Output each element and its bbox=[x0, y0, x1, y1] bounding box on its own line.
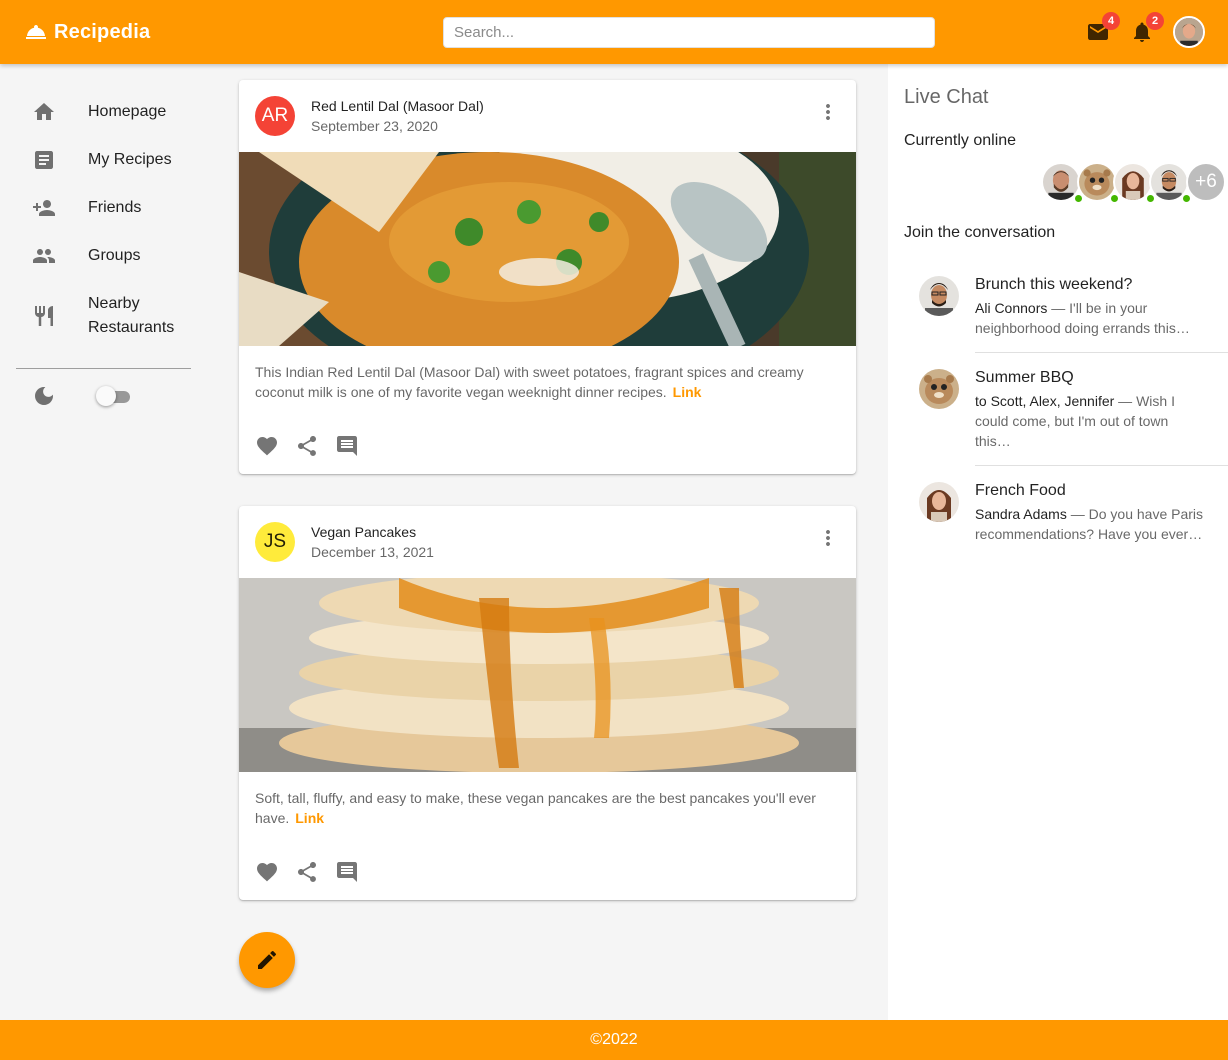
sidebar-item-label: My Recipes bbox=[88, 151, 172, 168]
mail-badge: 4 bbox=[1102, 12, 1120, 30]
footer: ©2022 bbox=[0, 1020, 1228, 1060]
conversation-avatar bbox=[919, 482, 959, 522]
sidebar-item-label: Friends bbox=[88, 199, 142, 216]
conversation-preview: Ali Connors — I'll be in your neighborho… bbox=[975, 298, 1204, 338]
post-actions bbox=[255, 860, 359, 884]
app-bar: Recipedia 4 2 bbox=[0, 0, 1228, 64]
conversation-item[interactable]: Brunch this weekend? Ali Connors — I'll … bbox=[919, 276, 1228, 336]
share-icon bbox=[298, 862, 316, 882]
more-options-button[interactable] bbox=[816, 100, 840, 124]
mail-button[interactable]: 4 bbox=[1086, 12, 1120, 44]
restaurant-icon bbox=[32, 304, 56, 328]
post-date: September 23, 2020 bbox=[311, 118, 438, 134]
sidebar-divider bbox=[16, 368, 191, 369]
post-actions bbox=[255, 434, 359, 458]
more-vert-icon bbox=[826, 530, 830, 546]
sidebar-item-nearby-restaurants[interactable]: Nearby Restaurants bbox=[16, 292, 191, 340]
conversation-item[interactable]: French Food Sandra Adams — Do you have P… bbox=[919, 482, 1228, 542]
join-heading: Join the conversation bbox=[904, 224, 1056, 241]
post-description-text: This Indian Red Lentil Dal (Masoor Dal) … bbox=[255, 364, 804, 400]
conversation-title: Brunch this weekend? bbox=[975, 276, 1133, 293]
post-description-text: Soft, tall, fluffy, and easy to make, th… bbox=[255, 790, 816, 826]
notifications-badge: 2 bbox=[1146, 12, 1164, 30]
conversation-divider bbox=[975, 352, 1228, 353]
brand[interactable]: Recipedia bbox=[24, 16, 150, 48]
comment-icon bbox=[337, 436, 357, 456]
live-chat-title: Live Chat bbox=[904, 86, 989, 108]
more-options-button[interactable] bbox=[816, 526, 840, 550]
article-icon bbox=[32, 148, 56, 172]
app-title: Recipedia bbox=[54, 20, 151, 43]
post-description: This Indian Red Lentil Dal (Masoor Dal) … bbox=[255, 362, 840, 402]
conversation-avatar bbox=[919, 276, 959, 316]
post-image bbox=[239, 152, 856, 346]
conversation-title: Summer BBQ bbox=[975, 369, 1074, 386]
comment-button[interactable] bbox=[335, 434, 359, 458]
person-add-icon bbox=[32, 196, 56, 220]
copyright-text: ©2022 bbox=[590, 1031, 638, 1048]
post-description: Soft, tall, fluffy, and easy to make, th… bbox=[255, 788, 840, 828]
conversation-sender: Ali Connors bbox=[975, 300, 1048, 316]
post-link[interactable]: Link bbox=[673, 384, 702, 400]
sidebar: Homepage My Recipes Friends Groups Nearb… bbox=[0, 64, 207, 1020]
comment-icon bbox=[337, 862, 357, 882]
toggle-thumb bbox=[96, 386, 116, 406]
sidebar-item-homepage[interactable]: Homepage bbox=[16, 100, 191, 124]
more-vert-icon bbox=[826, 104, 830, 120]
post-image bbox=[239, 578, 856, 772]
pencil-icon bbox=[258, 950, 277, 969]
sidebar-item-label: Homepage bbox=[88, 103, 167, 120]
new-post-button[interactable] bbox=[239, 932, 295, 988]
conversation-item[interactable]: Summer BBQ to Scott, Alex, Jennifer — Wi… bbox=[919, 369, 1228, 449]
share-icon bbox=[298, 436, 316, 456]
sidebar-item-friends[interactable]: Friends bbox=[16, 196, 191, 220]
home-icon bbox=[32, 100, 56, 124]
conversation-sender: Sandra Adams bbox=[975, 506, 1067, 522]
post-date: December 13, 2021 bbox=[311, 544, 434, 560]
share-button[interactable] bbox=[295, 434, 319, 458]
post-link[interactable]: Link bbox=[295, 810, 324, 826]
post-title: Vegan Pancakes bbox=[311, 524, 417, 540]
post-card: JS Vegan Pancakes December 13, 2021 Soft… bbox=[239, 506, 856, 900]
like-button[interactable] bbox=[255, 434, 279, 458]
user-avatar[interactable] bbox=[1173, 16, 1205, 48]
sidebar-item-groups[interactable]: Groups bbox=[16, 244, 191, 268]
dark-mode-toggle[interactable] bbox=[96, 386, 134, 406]
online-heading: Currently online bbox=[904, 132, 1017, 149]
room-service-icon bbox=[26, 25, 46, 39]
conversation-title: French Food bbox=[975, 482, 1066, 499]
like-button[interactable] bbox=[255, 860, 279, 884]
author-avatar: AR bbox=[255, 96, 295, 136]
search-input[interactable] bbox=[443, 17, 935, 48]
post-title: Red Lentil Dal (Masoor Dal) bbox=[311, 98, 484, 114]
conversation-sender: to Scott, Alex, Jennifer bbox=[975, 393, 1115, 409]
conversation-divider bbox=[975, 465, 1228, 466]
author-avatar: JS bbox=[255, 522, 295, 562]
more-online-count[interactable]: +6 bbox=[1186, 162, 1226, 202]
conversation-avatar bbox=[919, 369, 959, 409]
group-icon bbox=[32, 244, 56, 268]
conversation-preview: to Scott, Alex, Jennifer — Wish I could … bbox=[975, 391, 1204, 451]
notifications-button[interactable]: 2 bbox=[1130, 12, 1164, 44]
comment-button[interactable] bbox=[335, 860, 359, 884]
sidebar-item-label: Groups bbox=[88, 247, 141, 264]
post-card: AR Red Lentil Dal (Masoor Dal) September… bbox=[239, 80, 856, 474]
sidebar-item-label: Nearby Restaurants bbox=[88, 295, 175, 336]
heart-icon bbox=[257, 437, 277, 456]
heart-icon bbox=[257, 863, 277, 882]
conversation-preview: Sandra Adams — Do you have Paris recomme… bbox=[975, 504, 1204, 544]
moon-icon bbox=[32, 384, 56, 408]
sidebar-item-my-recipes[interactable]: My Recipes bbox=[16, 148, 191, 172]
user-avatar-image bbox=[1175, 18, 1203, 46]
share-button[interactable] bbox=[295, 860, 319, 884]
